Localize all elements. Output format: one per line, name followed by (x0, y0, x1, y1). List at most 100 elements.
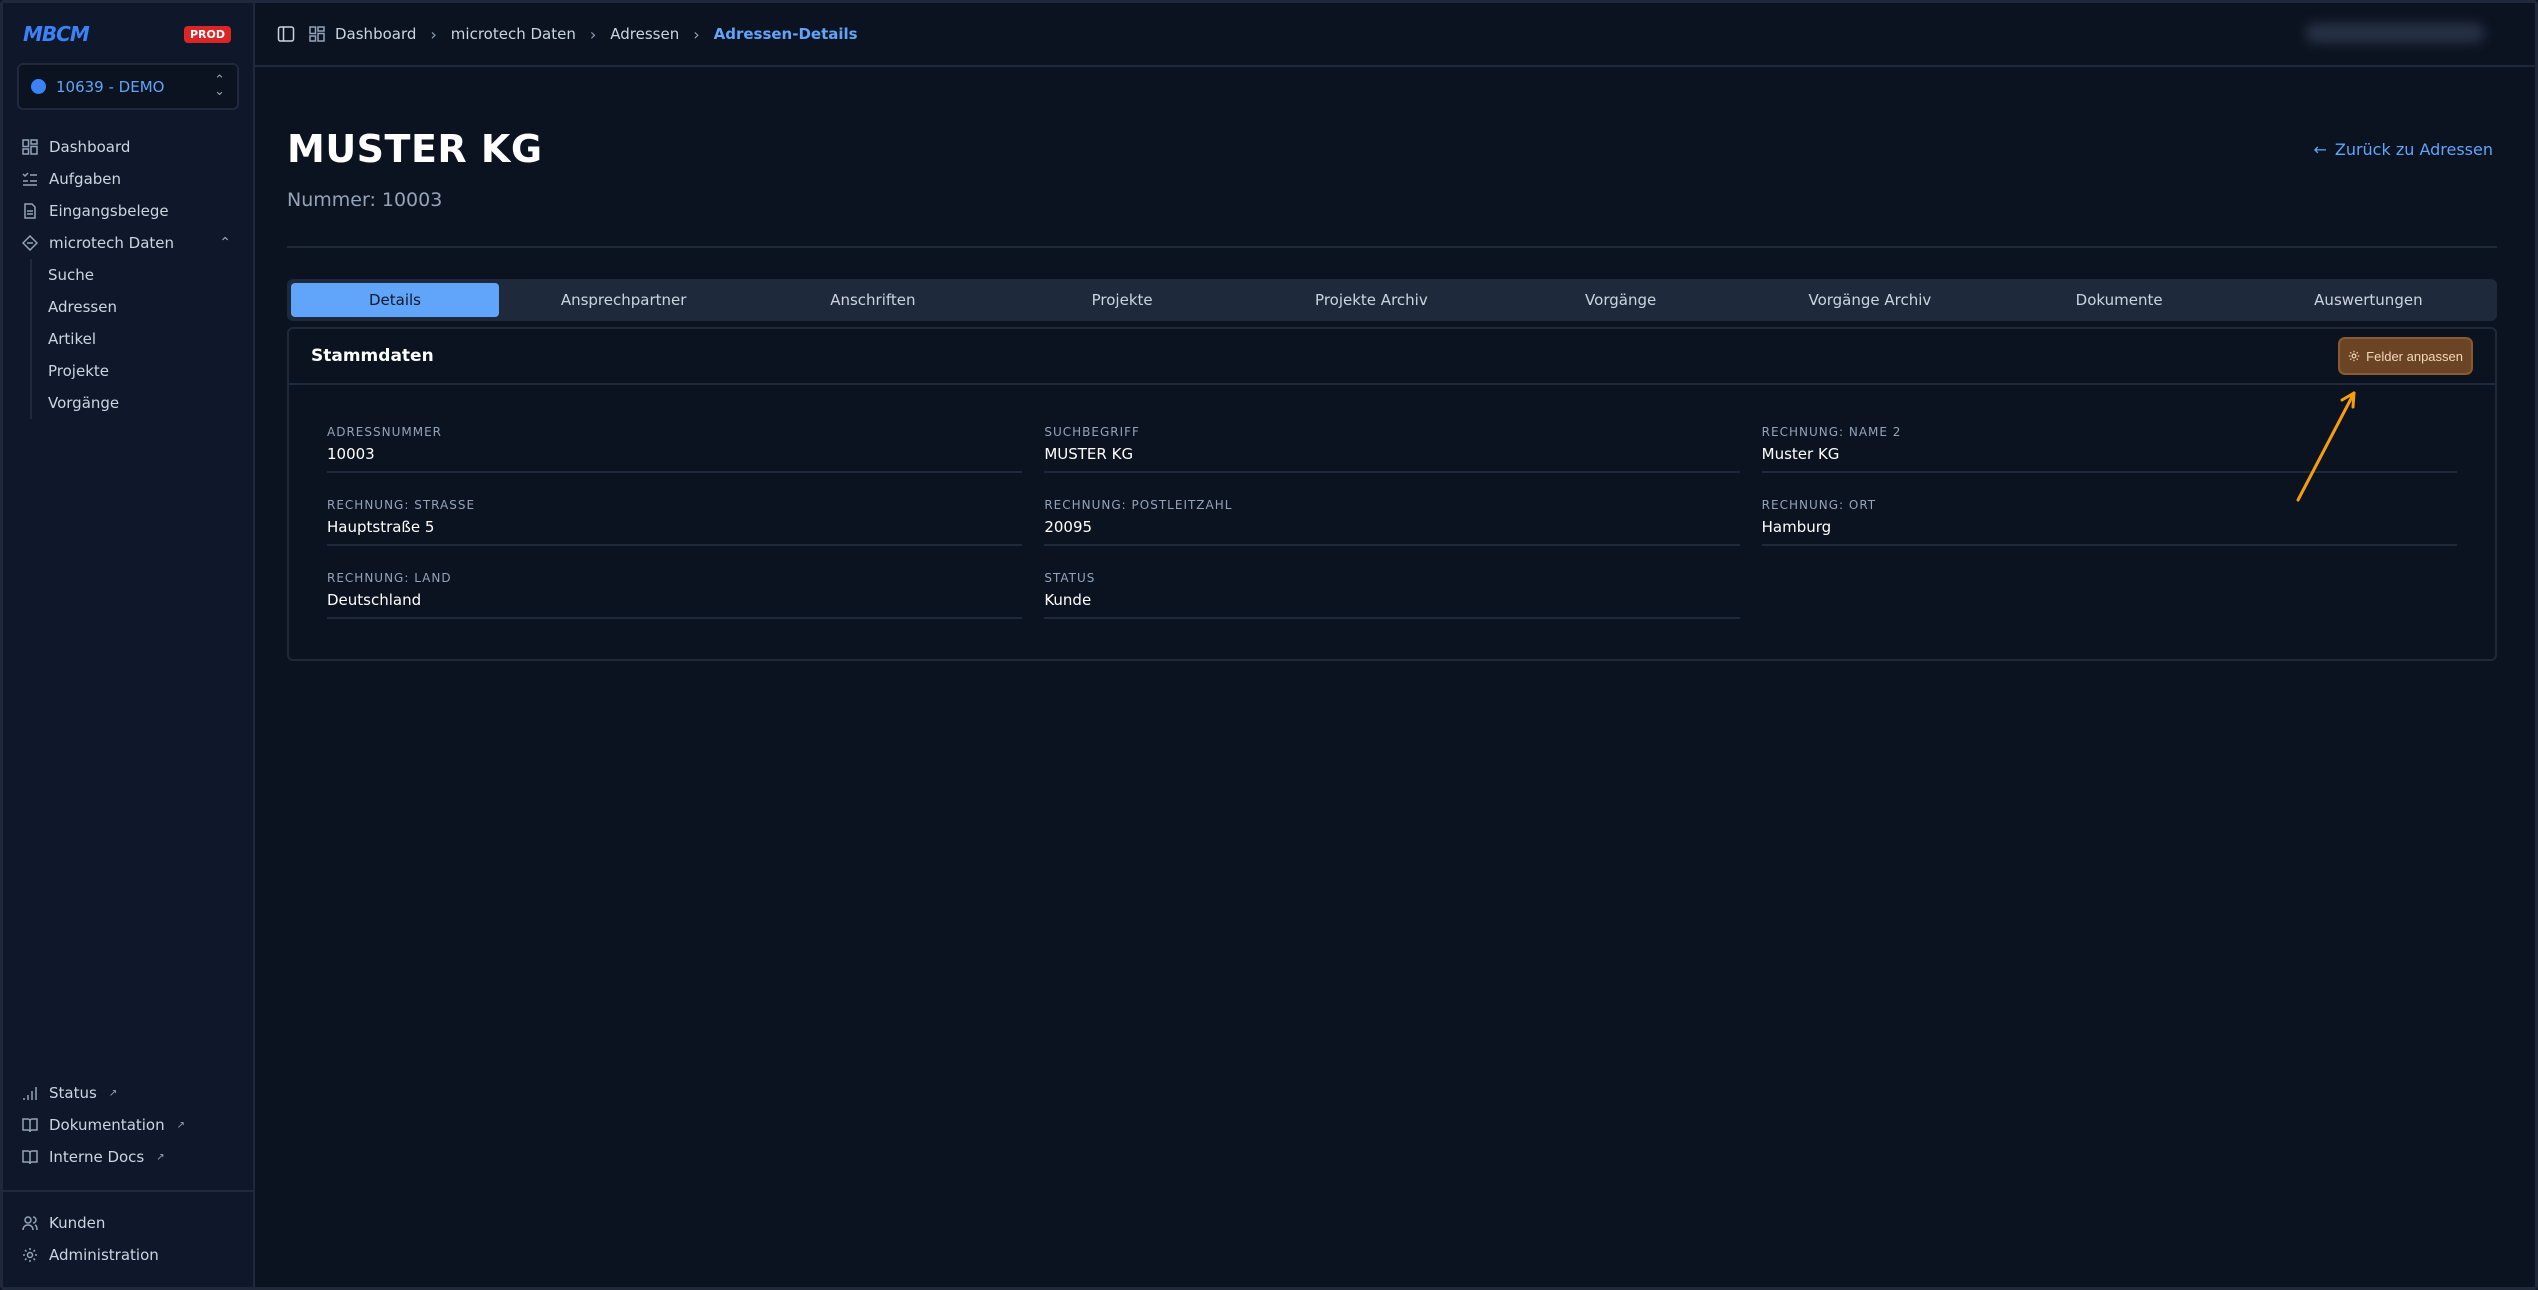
sidebar-divider (3, 1190, 253, 1192)
back-to-adressen-link[interactable]: ← Zurück zu Adressen (2313, 140, 2493, 159)
chevron-right-icon: › (589, 24, 597, 44)
header-divider (287, 246, 2497, 248)
field-value: 20095 (1044, 518, 1740, 546)
field-value: Deutschland (327, 591, 1023, 619)
sidebar-item-label: Suche (48, 266, 95, 284)
env-badge: PROD (183, 25, 231, 43)
grid-icon (309, 26, 325, 42)
field-value: MUSTER KG (1044, 445, 1740, 473)
sidebar-admin-links: Kunden Administration (21, 1207, 231, 1271)
tab-auswertungen[interactable]: Auswertungen (2244, 283, 2493, 317)
tab-dokumente[interactable]: Dokumente (1995, 283, 2244, 317)
field-value: Hauptstraße 5 (327, 518, 1023, 546)
subnav: Suche Adressen Artikel Projekte Vorgänge (30, 259, 231, 419)
logo-text: MBCM (23, 22, 90, 46)
field-rechnung-ort: RECHNUNG: ORT Hamburg (1761, 498, 2457, 571)
button-label: Felder anpassen (2366, 348, 2463, 364)
sidebar-item-label: Artikel (48, 330, 97, 348)
breadcrumb-current: Adressen-Details (713, 25, 858, 43)
arrow-left-icon: ← (2313, 140, 2327, 159)
tab-vorgaenge-archiv[interactable]: Vorgänge Archiv (1745, 283, 1994, 317)
dashboard-icon (21, 138, 39, 156)
chevron-right-icon: › (430, 24, 437, 44)
breadcrumb-dashboard[interactable]: Dashboard (335, 25, 416, 43)
logo-row: MBCM PROD (23, 19, 231, 49)
sidebar-item-status[interactable]: Status ↗ (21, 1077, 231, 1109)
field-label: SUCHBEGRIFF (1044, 425, 1140, 439)
gear-icon (21, 1246, 39, 1264)
breadcrumb-microtech-daten[interactable]: microtech Daten (451, 25, 576, 43)
breadcrumb: Dashboard › microtech Daten › Adressen ›… (309, 25, 858, 44)
sidebar-toggle-icon[interactable] (277, 25, 295, 43)
field-label: STATUS (1044, 571, 1096, 585)
sidebar-item-label: Projekte (48, 362, 109, 380)
signal-icon (21, 1084, 39, 1102)
field-rechnung-land: RECHNUNG: LAND Deutschland (327, 571, 1023, 644)
sidebar-item-interne-docs[interactable]: Interne Docs ↗ (21, 1141, 231, 1173)
field-rechnung-plz: RECHNUNG: POSTLEITZAHL 20095 (1044, 498, 1740, 571)
document-icon (21, 202, 39, 220)
org-label: 10639 - DEMO (56, 77, 165, 96)
field-value: 10003 (327, 445, 1023, 473)
field-grid: ADRESSNUMMER 10003 SUCHBEGRIFF MUSTER KG… (327, 425, 2457, 644)
field-label: RECHNUNG: POSTLEITZAHL (1044, 498, 1233, 512)
topbar: Dashboard › microtech Daten › Adressen ›… (255, 3, 2535, 67)
field-value: Muster KG (1761, 445, 2457, 473)
field-adressnummer: ADRESSNUMMER 10003 (327, 425, 1023, 498)
chevron-right-icon: › (693, 24, 700, 44)
sidebar-item-label: Eingangsbelege (49, 202, 169, 220)
external-link-icon: ↗ (176, 1119, 186, 1131)
sidebar-item-administration[interactable]: Administration (21, 1239, 231, 1271)
main-content: Dashboard › microtech Daten › Adressen ›… (255, 3, 2535, 1287)
sidebar-subitem-artikel[interactable]: Artikel (48, 323, 231, 355)
tab-projekte-archiv[interactable]: Projekte Archiv (1247, 283, 1496, 317)
sidebar-footer-links: Status ↗ Dokumentation ↗ Interne Docs ↗ (21, 1077, 231, 1173)
external-link-icon: ↗ (156, 1151, 165, 1163)
sidebar-item-label: Interne Docs (49, 1148, 145, 1166)
sidebar-item-label: Dokumentation (49, 1116, 165, 1134)
field-label: RECHNUNG: NAME 2 (1761, 425, 1902, 439)
sidebar-item-kunden[interactable]: Kunden (21, 1207, 231, 1239)
field-label: RECHNUNG: STRASSE (327, 498, 476, 512)
sidebar-nav: Dashboard Aufgaben Eingangsbelege microt… (21, 131, 231, 419)
sidebar-item-label: Adressen (48, 298, 117, 316)
back-link-label: Zurück zu Adressen (2334, 140, 2493, 159)
breadcrumb-adressen[interactable]: Adressen (610, 25, 679, 43)
sidebar-subitem-projekte[interactable]: Projekte (48, 355, 231, 387)
card-header: Stammdaten Felder anpassen (289, 329, 2495, 385)
field-suchbegriff: SUCHBEGRIFF MUSTER KG (1044, 425, 1740, 498)
tab-ansprechpartner[interactable]: Ansprechpartner (499, 283, 748, 317)
sidebar-item-label: Status (49, 1084, 97, 1102)
book-icon (21, 1148, 39, 1166)
tab-anschriften[interactable]: Anschriften (748, 283, 997, 317)
field-rechnung-name2: RECHNUNG: NAME 2 Muster KG (1761, 425, 2457, 498)
sidebar-item-label: microtech Daten (49, 234, 175, 252)
field-label: ADRESSNUMMER (327, 425, 442, 439)
org-selector[interactable]: 10639 - DEMO ⌃ ⌄ (17, 63, 239, 110)
sidebar-item-aufgaben[interactable]: Aufgaben (21, 163, 231, 195)
tab-details[interactable]: Details (291, 283, 499, 317)
sidebar-subitem-suche[interactable]: Suche (48, 259, 231, 291)
sidebar-item-dashboard[interactable]: Dashboard (21, 131, 231, 163)
field-value: Kunde (1044, 591, 1740, 619)
field-label: RECHNUNG: LAND (327, 571, 452, 585)
sidebar-item-eingangsbelege[interactable]: Eingangsbelege (21, 195, 231, 227)
sidebar-subitem-vorgaenge[interactable]: Vorgänge (48, 387, 231, 419)
app-window: MBCM PROD 10639 - DEMO ⌃ ⌄ Dashboard Aufg… (0, 0, 2538, 1290)
tab-vorgaenge[interactable]: Vorgänge (1496, 283, 1745, 317)
sidebar-item-label: Kunden (49, 1214, 106, 1232)
field-label: RECHNUNG: ORT (1761, 498, 1877, 512)
chevron-up-icon[interactable]: ⌃ (219, 235, 231, 251)
sidebar-item-label: Vorgänge (48, 394, 120, 412)
external-link-icon: ↗ (108, 1087, 118, 1099)
stammdaten-card: Stammdaten Felder anpassen ADRESSNUMMER … (287, 327, 2497, 661)
sidebar-item-label: Administration (49, 1246, 159, 1264)
sidebar-subitem-adressen[interactable]: Adressen (48, 291, 231, 323)
logo[interactable]: MBCM (23, 22, 90, 46)
sidebar: MBCM PROD 10639 - DEMO ⌃ ⌄ Dashboard Aufg… (3, 3, 255, 1287)
sidebar-item-microtech-daten[interactable]: microtech Daten ⌃ (21, 227, 231, 259)
tab-projekte[interactable]: Projekte (998, 283, 1247, 317)
sidebar-item-dokumentation[interactable]: Dokumentation ↗ (21, 1109, 231, 1141)
user-menu[interactable] (2305, 23, 2485, 43)
felder-anpassen-button[interactable]: Felder anpassen (2338, 337, 2473, 375)
